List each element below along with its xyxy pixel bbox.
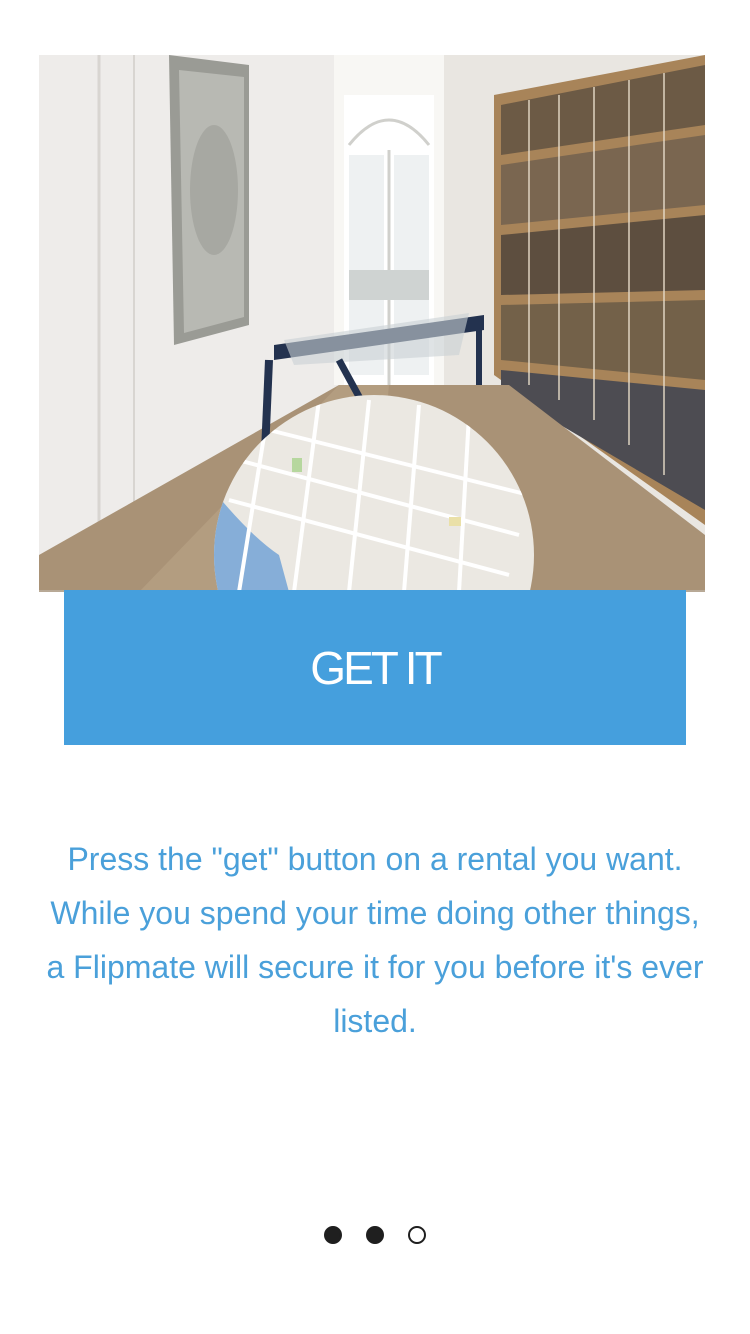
hero-image [39,55,705,592]
page-dot-1[interactable] [324,1226,342,1244]
page-indicator [0,1226,750,1246]
get-it-button[interactable]: GET IT [64,590,686,745]
page-dot-3[interactable] [408,1226,426,1244]
onboarding-description: Press the "get" button on a rental you w… [46,841,704,1039]
page-dot-2[interactable] [366,1226,384,1244]
